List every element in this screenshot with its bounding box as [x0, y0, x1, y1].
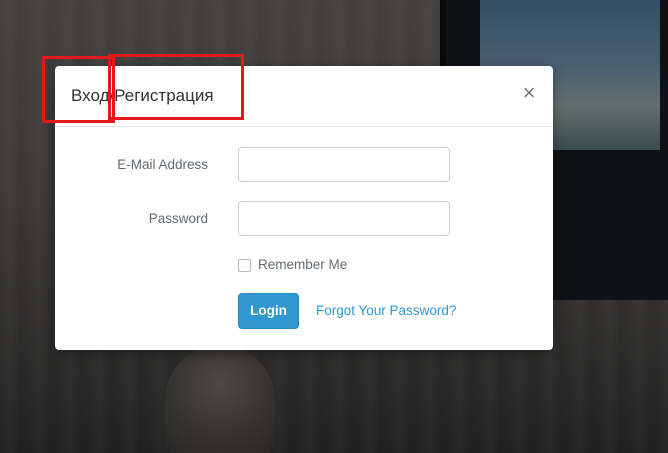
annotation-box-register — [108, 54, 244, 120]
remember-me-label[interactable]: Remember Me — [258, 257, 347, 272]
annotation-box-login — [42, 56, 115, 123]
password-field[interactable] — [238, 201, 450, 236]
close-icon: × — [522, 80, 536, 105]
forgot-password-link[interactable]: Forgot Your Password? — [316, 303, 456, 318]
login-button[interactable]: Login — [238, 293, 299, 329]
password-label: Password — [148, 211, 208, 226]
email-label: E-Mail Address — [117, 157, 208, 172]
remember-me-checkbox[interactable] — [238, 259, 251, 272]
close-button[interactable]: × — [519, 81, 539, 105]
email-field[interactable] — [238, 147, 450, 182]
